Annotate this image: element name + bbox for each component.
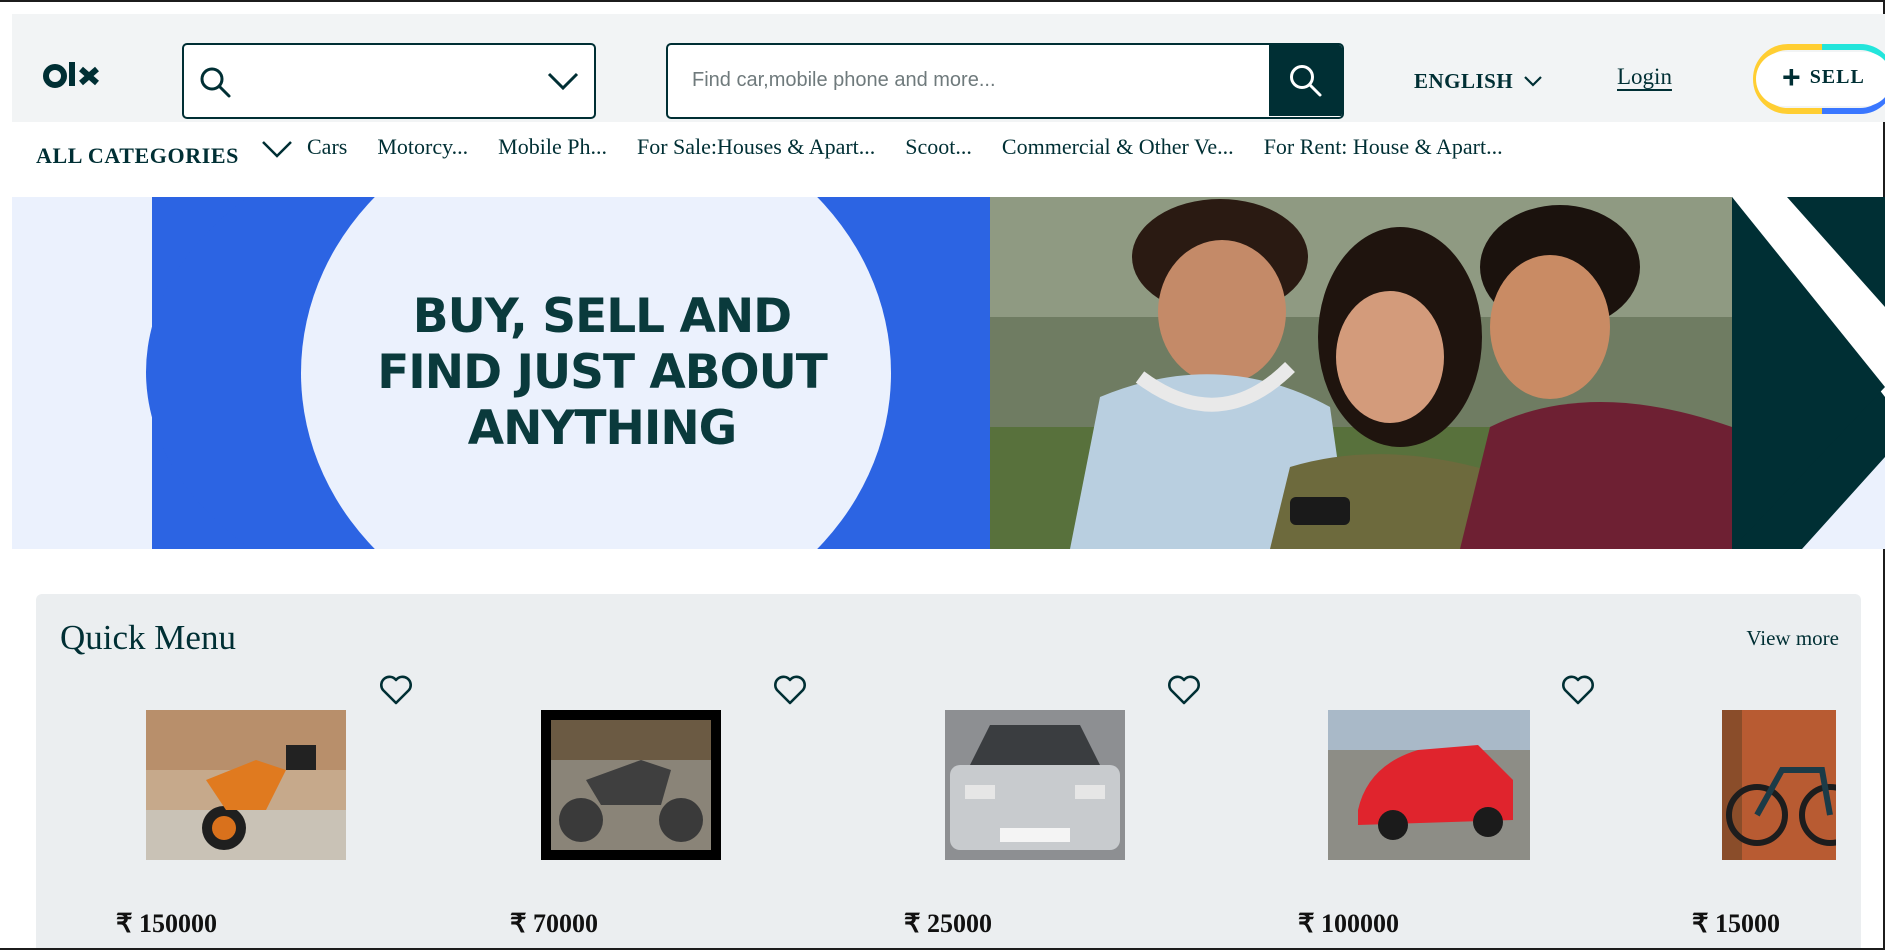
quick-menu-title: Quick Menu xyxy=(60,618,236,657)
heart-icon[interactable] xyxy=(773,674,807,706)
category-links: Cars Motorcy... Mobile Ph... For Sale:Ho… xyxy=(307,134,1533,160)
category-link-scooters[interactable]: Scoot... xyxy=(905,134,972,160)
car-photo xyxy=(945,710,1125,860)
bicycle-photo xyxy=(1722,710,1836,860)
listing-price: ₹ 150000 xyxy=(116,909,218,938)
listing-price: ₹ 25000 xyxy=(904,909,993,938)
search-button[interactable] xyxy=(1269,45,1342,116)
language-selector[interactable]: ENGLISH xyxy=(1414,66,1543,96)
language-label: ENGLISH xyxy=(1414,68,1514,93)
banner-pale-strip xyxy=(12,197,152,549)
search-bar xyxy=(666,43,1344,119)
chevron-down-icon[interactable] xyxy=(546,69,580,93)
search-icon xyxy=(1290,65,1322,97)
listing-card[interactable]: ₹ 25000 xyxy=(867,674,1200,950)
listing-card[interactable]: ₹ 150000 xyxy=(79,674,412,950)
heart-icon[interactable] xyxy=(379,674,413,706)
listing-price: ₹ 15000 xyxy=(1692,909,1781,938)
heart-icon[interactable] xyxy=(1167,674,1201,706)
car-photo xyxy=(1328,710,1530,860)
banner-headline: BUY, SELL AND FIND JUST ABOUT ANYTHING xyxy=(332,289,872,457)
motorcycle-photo xyxy=(146,710,346,860)
hero-banner[interactable]: BUY, SELL AND FIND JUST ABOUT ANYTHING xyxy=(12,197,1885,549)
banner-headline-line: FIND JUST ABOUT xyxy=(377,345,828,400)
sell-button[interactable]: + SELL xyxy=(1748,44,1885,114)
olx-logo[interactable] xyxy=(43,60,109,100)
chevron-down-icon xyxy=(1524,76,1542,87)
quick-menu-section: Quick Menu View more ₹ 150000 ₹ 70000 ₹ … xyxy=(36,594,1861,950)
login-link[interactable]: Login xyxy=(1617,64,1672,90)
sell-label: SELL xyxy=(1809,66,1865,88)
banner-arrow-graphic xyxy=(1732,197,1885,549)
banner-graphic: BUY, SELL AND FIND JUST ABOUT ANYTHING xyxy=(12,197,990,549)
chevron-down-icon[interactable] xyxy=(261,139,293,159)
listing-card[interactable]: ₹ 70000 xyxy=(473,674,806,950)
all-categories-button[interactable]: ALL CATEGORIES xyxy=(36,143,239,169)
listing-price: ₹ 100000 xyxy=(1298,909,1400,938)
window-top-border xyxy=(0,0,1885,2)
banner-headline-line: BUY, SELL AND xyxy=(412,289,792,344)
category-link-commercial-vehicles[interactable]: Commercial & Other Ve... xyxy=(1002,134,1234,160)
header: ENGLISH Login + SELL xyxy=(12,14,1885,122)
motorcycle-photo xyxy=(541,710,721,860)
category-link-houses-for-rent[interactable]: For Rent: House & Apart... xyxy=(1264,134,1503,160)
category-link-motorcycles[interactable]: Motorcy... xyxy=(377,134,468,160)
listing-card[interactable]: ₹ 15000 xyxy=(1655,674,1861,950)
category-link-cars[interactable]: Cars xyxy=(307,134,347,160)
listing-price: ₹ 70000 xyxy=(510,909,599,938)
banner-people-photo xyxy=(990,197,1732,549)
plus-icon: + xyxy=(1782,58,1802,95)
heart-icon[interactable] xyxy=(1561,674,1595,706)
location-selector[interactable] xyxy=(182,43,596,119)
view-more-link[interactable]: View more xyxy=(1746,626,1839,651)
category-bar: ALL CATEGORIES Cars Motorcy... Mobile Ph… xyxy=(36,130,1533,170)
listing-card[interactable]: ₹ 100000 xyxy=(1261,674,1594,950)
banner-headline-line: ANYTHING xyxy=(467,401,738,456)
search-icon xyxy=(200,67,231,98)
search-input[interactable] xyxy=(668,45,1268,116)
category-link-mobile-phones[interactable]: Mobile Ph... xyxy=(498,134,607,160)
category-link-houses-for-sale[interactable]: For Sale:Houses & Apart... xyxy=(637,134,875,160)
